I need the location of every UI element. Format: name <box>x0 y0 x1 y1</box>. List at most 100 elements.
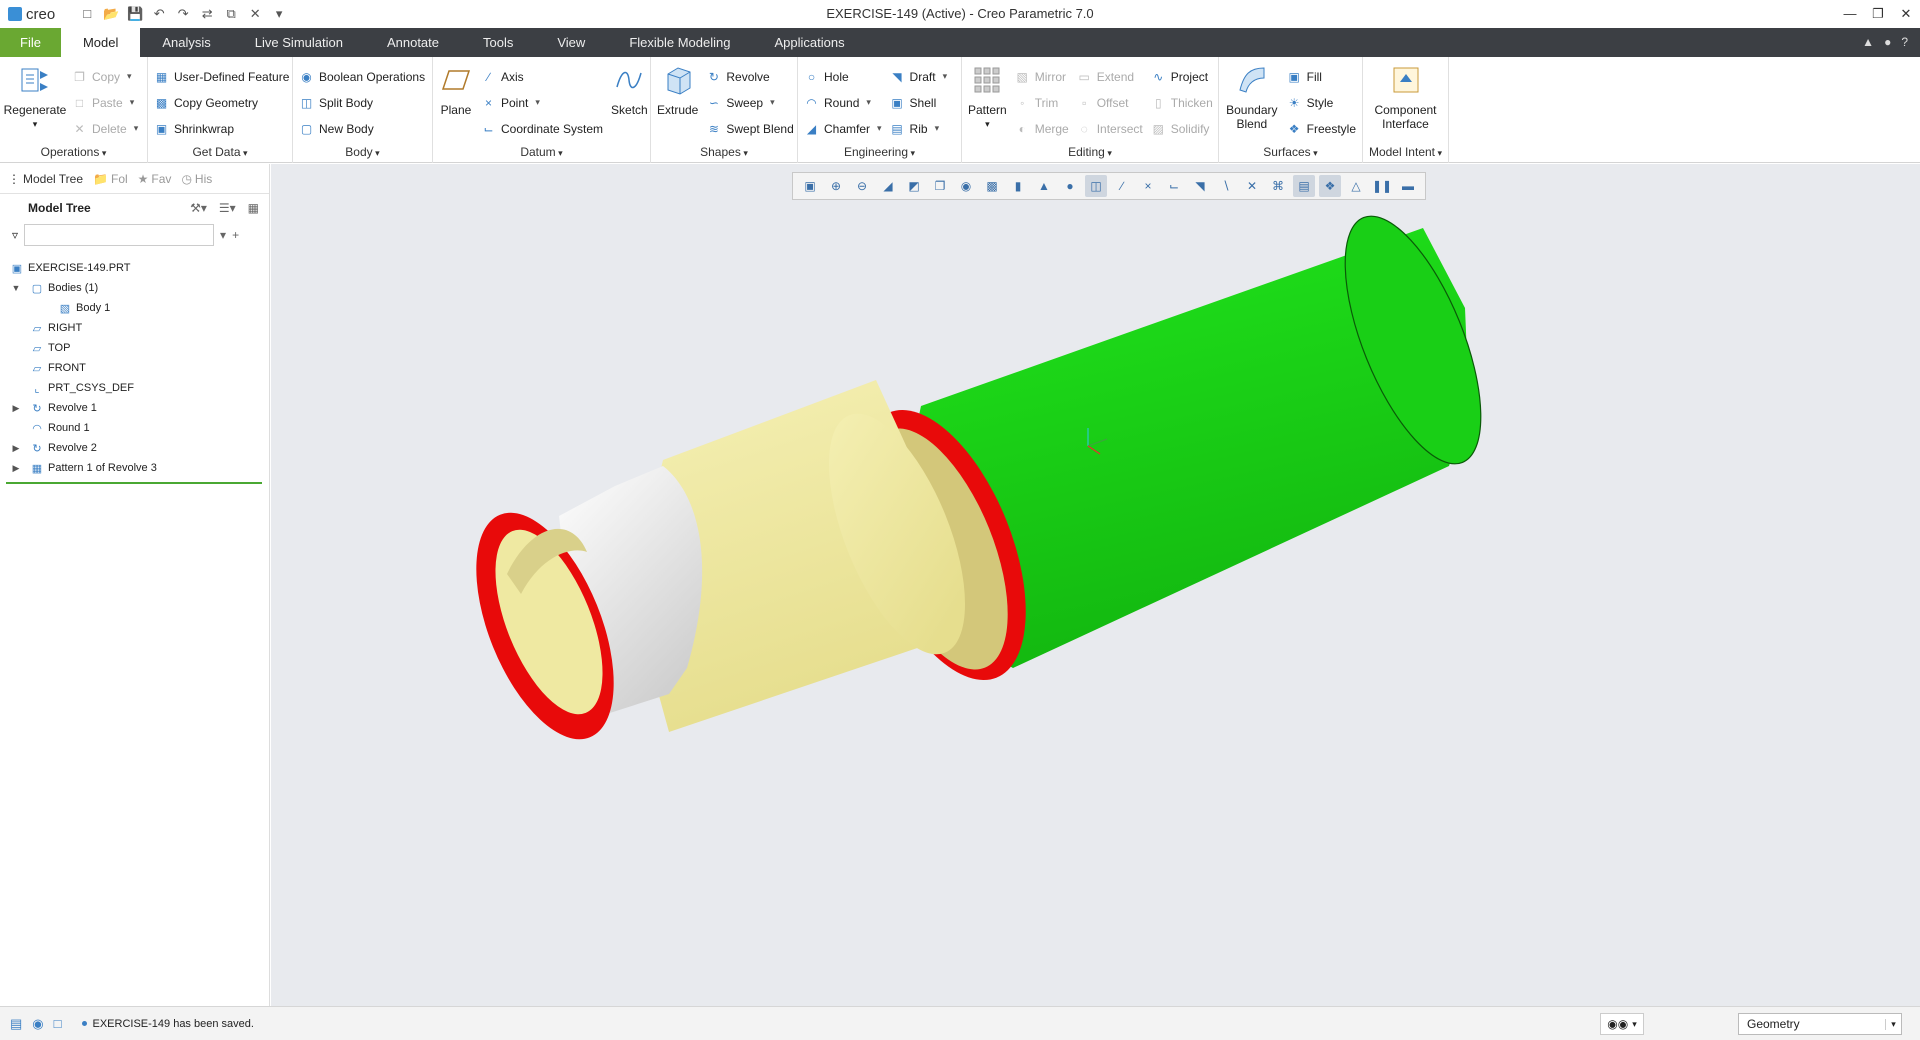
thicken-button[interactable]: ▯ Thicken <box>1151 93 1213 112</box>
fill-button[interactable]: ▣ Fill <box>1287 67 1356 86</box>
settings-icon[interactable]: ● <box>1884 28 1891 57</box>
new-file-icon[interactable]: □ <box>79 6 95 22</box>
graphics-window[interactable]: ▣ ⊕ ⊖ ◢ ◩ ❐ ◉ ▩ ▮ ▲ ● ◫ ∕ × ⌙ ◥ ∖ ✕ ⌘ ▤ … <box>271 164 1920 1006</box>
tree-node[interactable]: ⌞ PRT_CSYS_DEF <box>10 378 269 398</box>
shrinkwrap-button[interactable]: ▣ Shrinkwrap <box>154 119 289 138</box>
tab-history[interactable]: ◷ His <box>181 172 212 186</box>
tab-tools[interactable]: Tools <box>461 28 535 57</box>
redo-icon[interactable]: ↷ <box>175 6 191 22</box>
boolean-operations-button[interactable]: ◉ Boolean Operations <box>299 67 425 86</box>
body-group-label[interactable]: Body <box>293 145 432 159</box>
tab-folder-browser[interactable]: 📁 Fol <box>93 172 128 186</box>
delete-button[interactable]: ✕ Delete <box>72 119 138 138</box>
open-file-icon[interactable]: 📂 <box>103 6 119 22</box>
add-filter-icon[interactable]: + <box>232 228 239 242</box>
operations-group-label[interactable]: Operations <box>0 145 147 159</box>
style-button[interactable]: ☀ Style <box>1287 93 1356 112</box>
minimize-ribbon-icon[interactable]: ▲ <box>1862 28 1874 57</box>
expand-toggle-icon[interactable]: ▼ <box>10 283 22 293</box>
coordinate-system-button[interactable]: ⌙ Coordinate System <box>481 119 603 138</box>
merge-button[interactable]: ◐ Merge <box>1015 119 1069 138</box>
get-data-group-label[interactable]: Get Data <box>148 145 292 159</box>
tree-node[interactable]: ▧ Body 1 <box>10 298 269 318</box>
freestyle-button[interactable]: ❖ Freestyle <box>1287 119 1356 138</box>
solidify-button[interactable]: ▨ Solidify <box>1151 119 1213 138</box>
model-tree-search-input[interactable] <box>24 224 215 246</box>
new-body-button[interactable]: ▢ New Body <box>299 119 425 138</box>
tab-annotate[interactable]: Annotate <box>365 28 461 57</box>
tab-flexible-modeling[interactable]: Flexible Modeling <box>607 28 752 57</box>
regenerate-qat-icon[interactable]: ⇄ <box>199 6 215 22</box>
tree-node[interactable]: ◠ Round 1 <box>10 418 269 438</box>
editing-group-label[interactable]: Editing <box>962 145 1218 159</box>
tab-analysis[interactable]: Analysis <box>140 28 232 57</box>
minimize-icon[interactable]: — <box>1836 0 1864 28</box>
tree-columns-icon[interactable]: ☰▾ <box>219 201 236 215</box>
tree-filter-icon[interactable]: ▦ <box>248 201 259 215</box>
round-button[interactable]: ◠ Round <box>804 93 882 112</box>
datum-group-label[interactable]: Datum <box>433 145 650 159</box>
tree-node[interactable]: ▶ ▦ Pattern 1 of Revolve 3 <box>10 458 269 478</box>
udf-button[interactable]: ▦ User-Defined Feature <box>154 67 290 86</box>
tree-node[interactable]: ▱ FRONT <box>10 358 269 378</box>
tab-live-simulation[interactable]: Live Simulation <box>233 28 365 57</box>
tree-node[interactable]: ▣ EXERCISE-149.PRT <box>10 258 269 278</box>
part-model-3d[interactable] <box>271 164 1920 1006</box>
windows-icon[interactable]: ⧉ <box>223 6 239 22</box>
tree-node[interactable]: ▶ ↻ Revolve 1 <box>10 398 269 418</box>
swept-blend-button[interactable]: ≋ Swept Blend <box>706 119 794 138</box>
tab-file[interactable]: File <box>0 28 61 57</box>
mirror-button[interactable]: ▧ Mirror <box>1015 67 1069 86</box>
tab-model[interactable]: Model <box>60 28 141 57</box>
close-window-icon[interactable]: ✕ <box>247 6 263 22</box>
chamfer-button[interactable]: ◢ Chamfer <box>804 119 882 138</box>
tree-node[interactable]: ▱ RIGHT <box>10 318 269 338</box>
help-icon[interactable]: ? <box>1901 28 1908 57</box>
shapes-group-label[interactable]: Shapes <box>651 145 797 159</box>
search-dropdown-icon[interactable]: ▾ <box>220 228 226 242</box>
split-body-button[interactable]: ◫ Split Body <box>299 93 425 112</box>
engineering-group-label[interactable]: Engineering <box>798 145 961 159</box>
shell-button[interactable]: ▣ Shell <box>890 93 948 112</box>
selection-filter[interactable]: Geometry ▾ <box>1738 1013 1902 1035</box>
tab-favorites[interactable]: ★ Fav <box>138 172 172 186</box>
model-intent-group-label[interactable]: Model Intent <box>1363 145 1448 159</box>
save-icon[interactable]: 💾 <box>127 6 143 22</box>
customize-qat-icon[interactable]: ▾ <box>271 6 287 22</box>
surfaces-group-label[interactable]: Surfaces <box>1219 145 1362 159</box>
restore-icon[interactable]: ❐ <box>1864 0 1892 28</box>
axis-button[interactable]: ∕ Axis <box>481 67 603 86</box>
show-browser-icon[interactable]: ◉ <box>32 1016 43 1032</box>
intersect-button[interactable]: ◌ Intersect <box>1077 119 1143 138</box>
draft-button[interactable]: ◥ Draft <box>890 67 948 86</box>
expand-toggle-icon[interactable]: ▶ <box>10 443 22 454</box>
tree-node[interactable]: ▱ TOP <box>10 338 269 358</box>
expand-toggle-icon[interactable]: ▶ <box>10 403 22 414</box>
tree-settings-icon[interactable]: ⚒▾ <box>190 201 207 215</box>
undo-icon[interactable]: ↶ <box>151 6 167 22</box>
close-icon[interactable]: ✕ <box>1892 0 1920 28</box>
show-navigator-icon[interactable]: ▤ <box>10 1016 22 1032</box>
full-screen-icon[interactable]: □ <box>54 1016 62 1032</box>
insert-indicator[interactable] <box>6 482 262 484</box>
copy-geometry-button[interactable]: ▩ Copy Geometry <box>154 93 289 112</box>
expand-toggle-icon[interactable]: ▶ <box>10 463 22 474</box>
find-button[interactable]: ◉◉ ▾ <box>1600 1013 1644 1035</box>
project-button[interactable]: ∿ Project <box>1151 67 1213 86</box>
sweep-button[interactable]: ∽ Sweep <box>706 93 793 112</box>
filter-icon[interactable]: ▿ <box>12 228 18 242</box>
revolve-button[interactable]: ↻ Revolve <box>706 67 793 86</box>
copy-button[interactable]: ❐ Copy <box>72 67 138 86</box>
tree-node[interactable]: ▼ ▢ Bodies (1) <box>10 278 269 298</box>
hole-button[interactable]: ○ Hole <box>804 67 882 86</box>
tab-applications[interactable]: Applications <box>752 28 866 57</box>
extend-button[interactable]: ▭ Extend <box>1077 67 1143 86</box>
tab-view[interactable]: View <box>535 28 607 57</box>
tree-node[interactable]: ▶ ↻ Revolve 2 <box>10 438 269 458</box>
point-button[interactable]: × Point <box>481 93 603 112</box>
trim-button[interactable]: ◦ Trim <box>1015 93 1069 112</box>
rib-button[interactable]: ▤ Rib <box>890 119 948 138</box>
paste-button[interactable]: □ Paste <box>72 93 138 112</box>
tab-model-tree[interactable]: ⋮ Model Tree <box>8 172 83 186</box>
offset-button[interactable]: ▫ Offset <box>1077 93 1143 112</box>
